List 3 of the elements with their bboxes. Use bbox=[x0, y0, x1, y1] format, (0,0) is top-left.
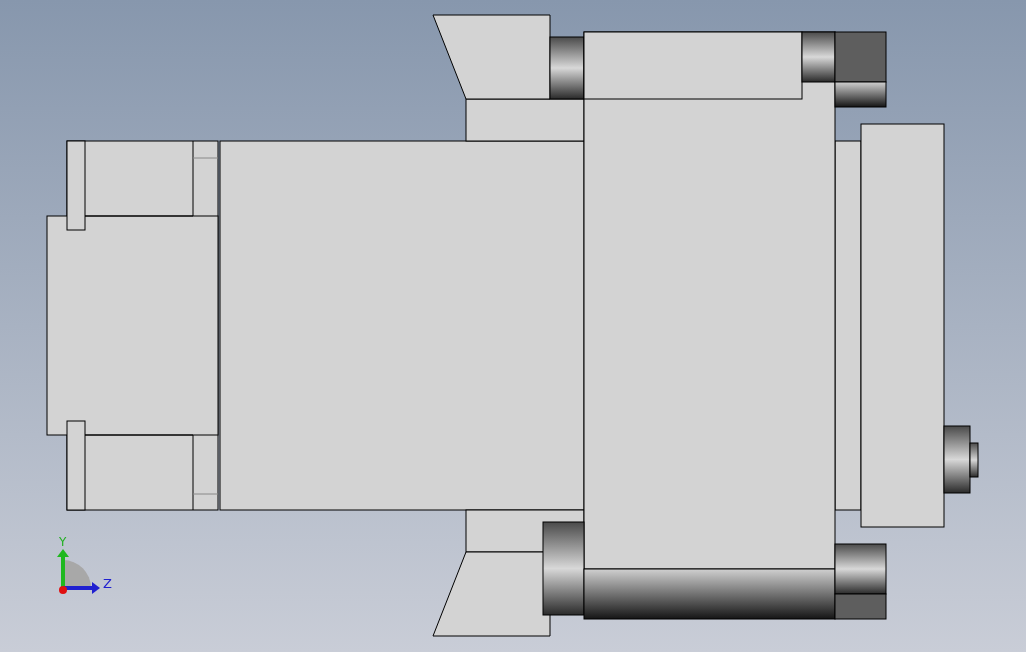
axis-triad-icon bbox=[57, 549, 100, 594]
y-axis-label: Y bbox=[59, 535, 67, 549]
z-axis-label: Z bbox=[103, 576, 112, 591]
